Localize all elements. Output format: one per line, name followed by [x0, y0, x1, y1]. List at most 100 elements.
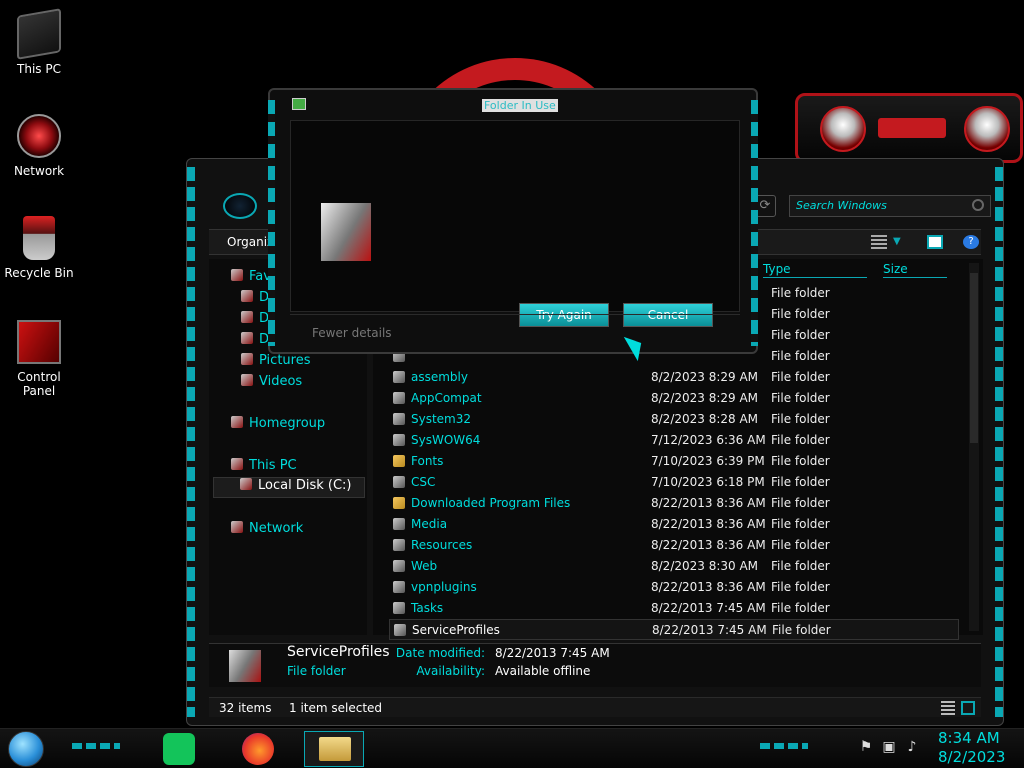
pictures-icon [241, 353, 253, 365]
dialog-decoration-right [751, 100, 758, 346]
alien-gadget [795, 93, 1023, 163]
clock-date[interactable]: 8/2/2023 [938, 748, 1005, 766]
large-icons-view-icon[interactable] [961, 701, 975, 715]
search-placeholder: Search Windows [796, 199, 887, 212]
table-row[interactable]: assembly 8/2/2023 8:29 AM File folder [389, 367, 959, 388]
row-type: File folder [771, 601, 830, 615]
desktop-icon-label: Network [13, 164, 65, 178]
row-name: Tasks [411, 601, 444, 615]
computer-icon [231, 458, 243, 470]
details-pane: ServiceProfiles File folder Date modifie… [209, 643, 981, 687]
desktop-icon-label: Control Panel [17, 370, 61, 398]
dialog-title: Folder In Use [482, 99, 558, 112]
network-tray-icon[interactable]: ▣ [881, 739, 897, 755]
alien-head-icon [964, 106, 1010, 152]
details-date-value: 8/22/2013 7:45 AM [495, 646, 610, 660]
table-row[interactable]: Fonts 7/10/2023 6:39 PM File folder [389, 451, 959, 472]
start-button[interactable] [8, 731, 44, 767]
action-center-flag-icon[interactable]: ⚑ [858, 739, 874, 755]
row-name: vpnplugins [411, 580, 477, 594]
taskbar-decoration [760, 743, 808, 749]
details-date-label: Date modified: [395, 646, 485, 660]
folder-icon [393, 518, 405, 530]
row-date: 8/22/2013 7:45 AM [652, 623, 767, 637]
row-type: File folder [771, 580, 830, 594]
view-options-icon[interactable] [871, 235, 887, 249]
recycle-bin-icon [23, 216, 55, 260]
back-button[interactable] [223, 193, 257, 219]
cancel-button[interactable]: Cancel [623, 303, 713, 327]
nav-pictures[interactable]: Pictures [241, 353, 310, 374]
details-view-icon[interactable] [941, 701, 955, 715]
try-again-button[interactable]: Try Again [519, 303, 609, 327]
row-type: File folder [771, 349, 830, 363]
vertical-scrollbar[interactable] [969, 263, 979, 631]
nav-local-disk[interactable]: Local Disk (C:) [213, 477, 365, 498]
desktop-icon-network[interactable]: Network [0, 114, 78, 178]
volume-icon[interactable]: ♪ [904, 739, 920, 755]
table-row[interactable]: AppCompat 8/2/2023 8:29 AM File folder [389, 388, 959, 409]
table-row[interactable]: SysWOW64 7/12/2023 6:36 AM File folder [389, 430, 959, 451]
folder-icon [393, 392, 405, 404]
row-type: File folder [771, 559, 830, 573]
drive-icon [240, 478, 252, 490]
row-type: File folder [771, 307, 830, 321]
table-row[interactable]: Web 8/2/2023 8:30 AM File folder [389, 556, 959, 577]
table-row[interactable]: Resources 8/22/2013 8:36 AM File folder [389, 535, 959, 556]
table-row[interactable]: System32 8/2/2023 8:28 AM File folder [389, 409, 959, 430]
row-type: File folder [772, 623, 831, 637]
table-row[interactable]: vpnplugins 8/22/2013 8:36 AM File folder [389, 577, 959, 598]
nav-network[interactable]: Network [231, 521, 303, 542]
preview-pane-icon[interactable] [927, 235, 943, 249]
scrollbar-thumb[interactable] [970, 273, 978, 443]
desktop-icon-control-panel[interactable]: Control Panel [0, 320, 78, 398]
folder-icon [393, 434, 405, 446]
desktop-icon-recycle-bin[interactable]: Recycle Bin [0, 216, 78, 280]
folder-icon [393, 476, 405, 488]
column-header-size[interactable]: Size [883, 262, 947, 278]
folder-icon [393, 455, 405, 467]
chevron-down-icon[interactable]: ▼ [893, 235, 909, 249]
folder-icon [393, 497, 405, 509]
file-explorer-taskbar-button[interactable] [304, 731, 364, 767]
row-date: 7/10/2023 6:18 PM [651, 475, 765, 489]
nav-desktop[interactable]: D [241, 290, 269, 311]
folder-icon [393, 602, 405, 614]
nav-homegroup[interactable]: Homegroup [231, 416, 325, 437]
table-row[interactable]: CSC 7/10/2023 6:18 PM File folder [389, 472, 959, 493]
homegroup-icon [231, 416, 243, 428]
table-row[interactable]: ServiceProfiles 8/22/2013 7:45 AM File fol… [389, 619, 959, 640]
folder-icon [229, 650, 261, 682]
folder-in-use-dialog: Folder In Use Try Again Cancel Fewer det… [268, 88, 758, 354]
row-date: 7/10/2023 6:39 PM [651, 454, 765, 468]
table-row[interactable]: Tasks 8/22/2013 7:45 AM File folder [389, 598, 959, 619]
details-name: ServiceProfiles [287, 644, 390, 660]
fewer-details-toggle[interactable]: Fewer details [312, 326, 392, 340]
star-icon [231, 269, 243, 281]
column-header-type[interactable]: Type [763, 262, 867, 278]
row-name: Web [411, 559, 438, 573]
nav-this-pc[interactable]: This PC [231, 458, 297, 479]
row-date: 7/12/2023 6:36 AM [651, 433, 766, 447]
clock-time[interactable]: 8:34 AM [938, 729, 1000, 747]
table-row[interactable]: Media 8/22/2013 8:36 AM File folder [389, 514, 959, 535]
dialog-app-icon [292, 98, 306, 110]
table-row[interactable]: Downloaded Program Files 8/22/2013 8:36 A… [389, 493, 959, 514]
nav-downloads[interactable]: D [241, 311, 269, 332]
nav-videos[interactable]: Videos [241, 374, 302, 395]
taskbar-decoration [72, 743, 120, 749]
folder-icon [393, 371, 405, 383]
row-date: 8/22/2013 7:45 AM [651, 601, 766, 615]
videos-icon [241, 374, 253, 386]
help-icon[interactable]: ? [963, 235, 979, 249]
search-input[interactable]: Search Windows [789, 195, 991, 217]
desktop-icon-this-pc[interactable]: This PC [0, 8, 78, 76]
nav-documents[interactable]: D [241, 332, 269, 353]
row-date: 8/22/2013 8:36 AM [651, 496, 766, 510]
notes-app-icon[interactable] [163, 733, 195, 765]
firefox-icon[interactable] [242, 733, 274, 765]
nav-favorites[interactable]: Fav [231, 269, 271, 290]
folder-icon [393, 581, 405, 593]
search-icon[interactable] [972, 199, 984, 211]
row-name: ServiceProfiles [412, 623, 500, 637]
